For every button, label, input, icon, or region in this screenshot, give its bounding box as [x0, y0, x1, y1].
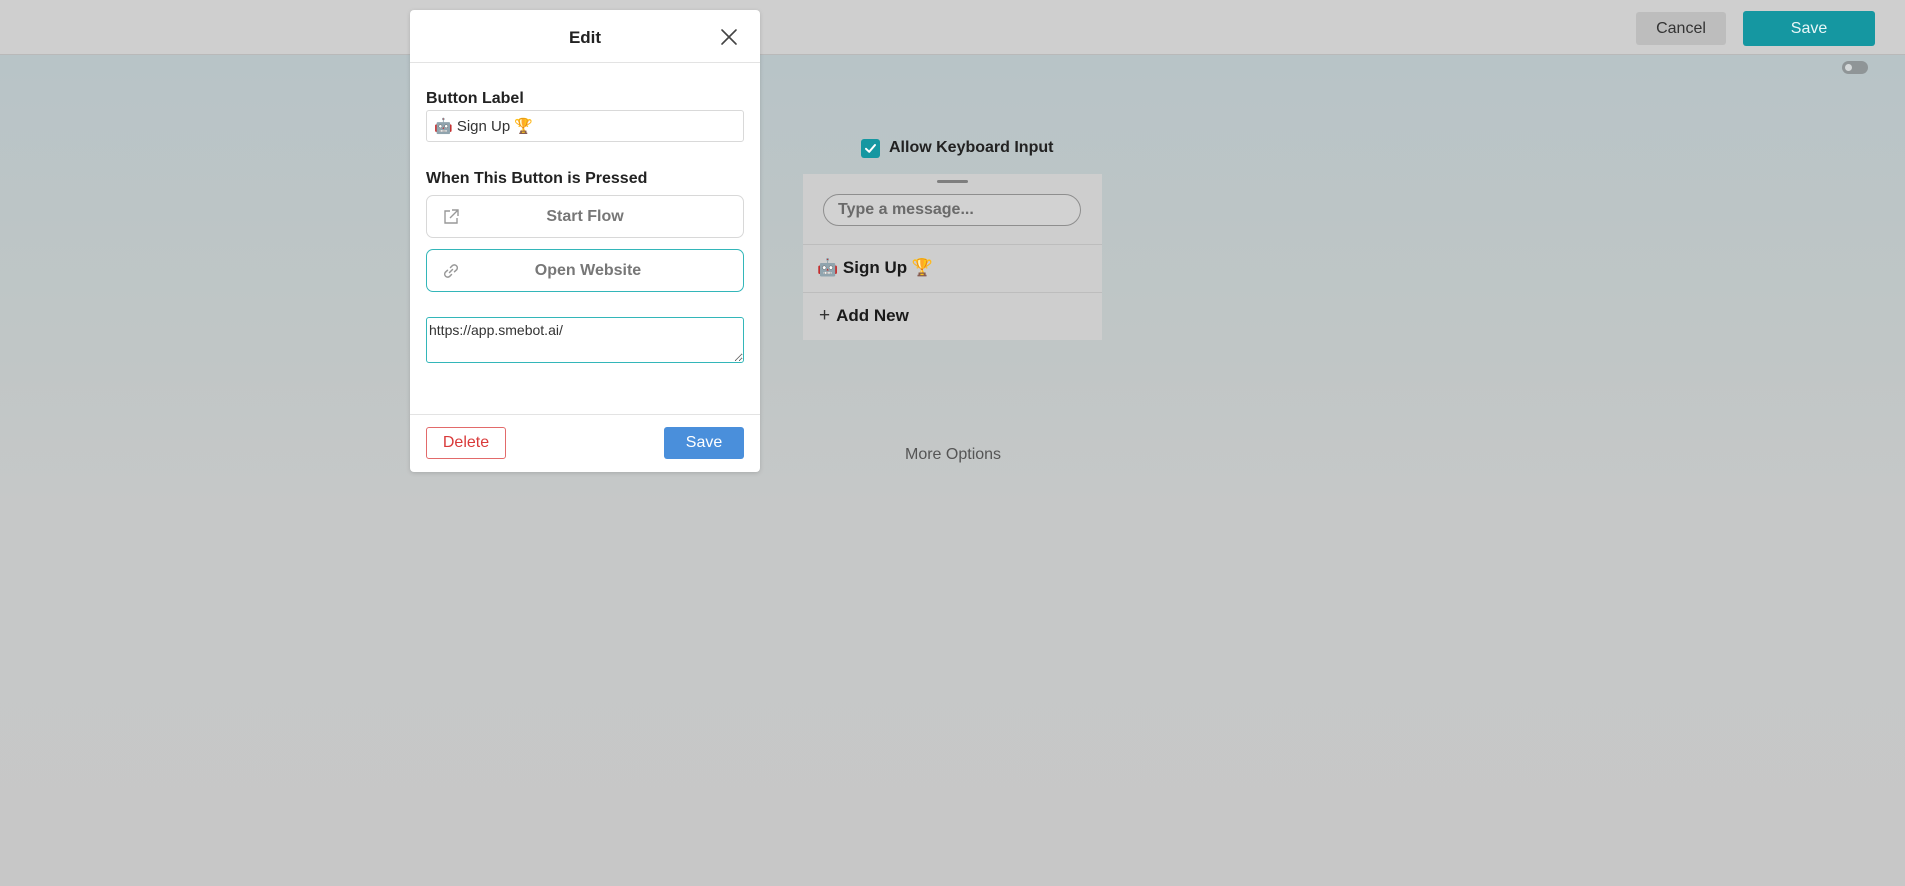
more-options-link[interactable]: More Options — [905, 446, 1001, 464]
button-label-input[interactable] — [426, 110, 744, 142]
message-input[interactable] — [823, 194, 1081, 226]
chat-preview: 🤖 Sign Up 🏆 + Add New — [803, 174, 1102, 340]
link-icon — [443, 263, 459, 278]
close-button[interactable] — [718, 26, 740, 48]
start-flow-button[interactable]: Start Flow — [426, 195, 744, 238]
quick-reply-button[interactable]: 🤖 Sign Up 🏆 — [803, 244, 1102, 291]
drag-handle[interactable] — [937, 180, 968, 183]
top-toolbar: Cancel Save — [0, 0, 1905, 55]
modal-header: Edit — [410, 10, 760, 63]
add-new-label: Add New — [836, 306, 909, 325]
open-website-label: Open Website — [534, 261, 642, 279]
modal-save-button[interactable]: Save — [664, 427, 744, 459]
external-link-icon — [444, 208, 459, 224]
edit-button-modal: Edit Button Label When This Button is Pr… — [410, 10, 760, 472]
check-icon — [865, 143, 876, 153]
add-new-button[interactable]: + Add New — [803, 292, 1102, 339]
quick-reply-label: 🤖 Sign Up 🏆 — [817, 258, 933, 277]
start-flow-label: Start Flow — [546, 207, 624, 225]
delete-button[interactable]: Delete — [426, 427, 506, 459]
website-url-input[interactable]: https://app.smebot.ai/ — [426, 317, 744, 363]
allow-keyboard-checkbox[interactable] — [861, 138, 880, 158]
save-button[interactable]: Save — [1743, 11, 1875, 46]
toggle-switch[interactable] — [1842, 61, 1868, 74]
close-icon — [721, 29, 737, 45]
button-label-heading: Button Label — [426, 90, 524, 107]
cancel-button[interactable]: Cancel — [1636, 12, 1726, 45]
modal-title: Edit — [568, 28, 602, 47]
plus-icon: + — [819, 305, 831, 326]
allow-keyboard-label: Allow Keyboard Input — [889, 139, 1054, 156]
open-website-button[interactable]: Open Website — [426, 249, 744, 292]
allow-keyboard-row[interactable]: Allow Keyboard Input — [861, 138, 1053, 158]
when-pressed-heading: When This Button is Pressed — [426, 170, 648, 187]
modal-footer-divider — [410, 414, 760, 415]
toggle-knob — [1845, 64, 1852, 71]
